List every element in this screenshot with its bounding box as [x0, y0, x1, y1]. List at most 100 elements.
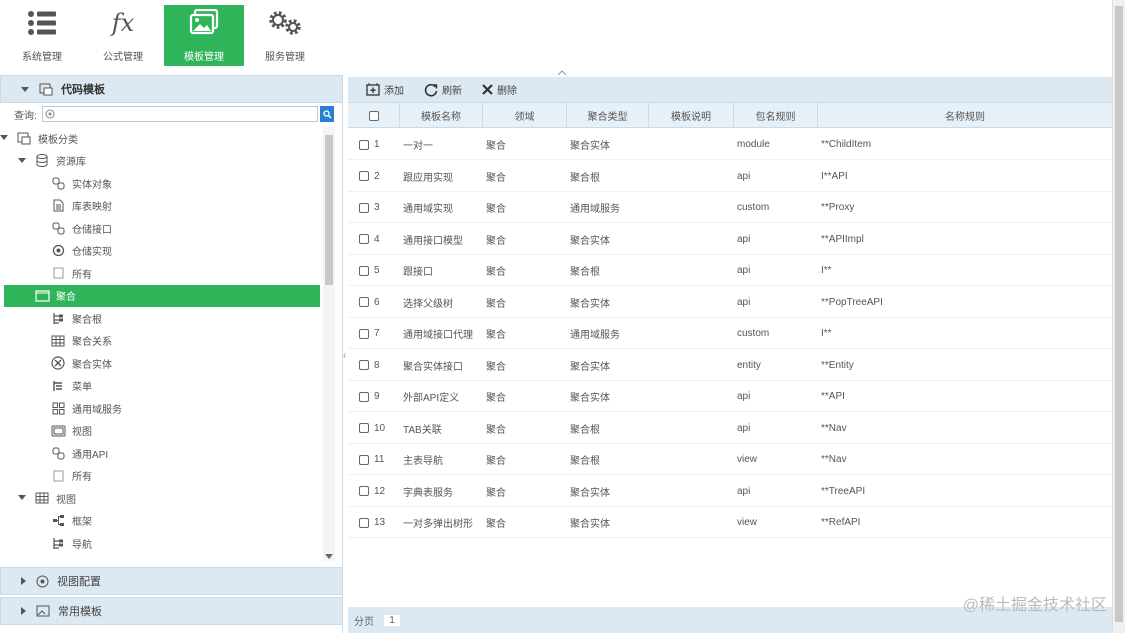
row-select-cell[interactable]: 6: [356, 287, 380, 318]
table-row[interactable]: 4 通用接口模型 聚合 聚合实体 api **APIImpl: [348, 224, 1112, 255]
table-cell: 通用接口模型: [400, 224, 463, 255]
tree-item[interactable]: 导航: [0, 532, 323, 554]
row-select-cell[interactable]: 13: [356, 507, 385, 538]
page-number[interactable]: 1: [384, 614, 400, 626]
tree-item[interactable]: 所有: [0, 465, 323, 487]
table-row[interactable]: 6 选择父级树 聚合 聚合实体 api **PopTreeAPI: [348, 287, 1112, 318]
refresh-button[interactable]: 刷新: [424, 82, 462, 97]
table-row[interactable]: 1 一对一 聚合 聚合实体 module **ChildItem: [348, 129, 1112, 160]
row-select-cell[interactable]: 5: [356, 255, 380, 286]
tree-item[interactable]: 实体对象: [0, 172, 323, 194]
tree-item[interactable]: 聚合关系: [0, 330, 323, 352]
tree-item[interactable]: 框架: [0, 510, 323, 532]
table-row[interactable]: 11 主表导航 聚合 聚合根 view **Nav: [348, 444, 1112, 475]
cell-text: 聚合: [486, 235, 506, 247]
table-row[interactable]: 7 通用域接口代理 聚合 通用域服务 custom I**: [348, 318, 1112, 349]
table-row[interactable]: 10 TAB关联 聚合 聚合根 api **Nav: [348, 413, 1112, 444]
column-header[interactable]: 包名规则: [734, 103, 818, 128]
row-select-cell[interactable]: 1: [356, 129, 380, 160]
row-checkbox[interactable]: [359, 202, 369, 213]
row-checkbox[interactable]: [359, 328, 369, 339]
tree-item[interactable]: 视图: [0, 487, 323, 509]
nav-template-management[interactable]: 模板管理: [164, 5, 244, 66]
row-select-cell[interactable]: 7: [356, 318, 380, 349]
table-row[interactable]: 13 一对多弹出树形 聚合 聚合实体 view **RefAPI: [348, 507, 1112, 538]
tree-item[interactable]: 资源库: [0, 150, 323, 172]
row-checkbox[interactable]: [359, 423, 369, 433]
row-checkbox[interactable]: [359, 265, 369, 276]
tree-item[interactable]: 聚合根: [0, 307, 323, 329]
row-select-cell[interactable]: 12: [356, 476, 385, 507]
cell-text: view: [737, 454, 758, 465]
cell-text: **RefAPI: [821, 517, 861, 528]
row-checkbox[interactable]: [359, 360, 369, 370]
row-checkbox[interactable]: [359, 486, 369, 496]
expand-down-icon[interactable]: [0, 135, 8, 140]
tree-item[interactable]: 通用域服务: [0, 397, 323, 419]
tree-item[interactable]: 视图: [0, 420, 323, 442]
tree-item[interactable]: 所有: [0, 262, 323, 284]
tree-item[interactable]: 仓储接口: [0, 217, 323, 239]
search-button[interactable]: [320, 106, 334, 122]
add-button[interactable]: 添加: [366, 82, 404, 97]
table-row[interactable]: 12 字典表服务 聚合 聚合实体 api **TreeAPI: [348, 476, 1112, 507]
view-config-header[interactable]: 视图配置: [0, 567, 343, 595]
nav-formula-management[interactable]: fx 公式管理: [83, 5, 163, 66]
folder-icon: [34, 289, 50, 303]
table-cell: I**API: [818, 161, 848, 192]
common-template-header[interactable]: 常用模板: [0, 597, 343, 625]
table-cell: view: [734, 507, 757, 538]
row-select-cell[interactable]: 8: [356, 350, 380, 381]
delete-button[interactable]: 删除: [482, 82, 517, 97]
column-header[interactable]: 领域: [483, 103, 567, 128]
column-header[interactable]: 聚合类型: [567, 103, 649, 128]
tree-item[interactable]: 聚合: [4, 284, 320, 307]
cell-text: 聚合: [486, 424, 506, 436]
tree-item[interactable]: 通用API: [0, 442, 323, 464]
expand-down-icon[interactable]: [18, 495, 26, 500]
column-header[interactable]: 模板名称: [400, 103, 483, 128]
table-row[interactable]: 8 聚合实体接口 聚合 聚合实体 entity **Entity: [348, 350, 1112, 381]
row-select-cell[interactable]: 4: [356, 224, 380, 255]
row-checkbox[interactable]: [359, 391, 369, 402]
row-select-cell[interactable]: 10: [356, 413, 385, 444]
expand-down-icon[interactable]: [18, 157, 26, 163]
row-checkbox[interactable]: [359, 297, 369, 307]
nav-system-management[interactable]: 系统管理: [2, 5, 82, 66]
row-checkbox[interactable]: [359, 517, 369, 528]
column-header[interactable]: 模板说明: [649, 103, 734, 128]
tree-item[interactable]: 库表映射: [0, 195, 323, 217]
tree-item[interactable]: 模板分类: [0, 127, 323, 149]
select-all-checkbox[interactable]: [368, 110, 379, 121]
row-select-cell[interactable]: 9: [356, 381, 380, 412]
row-select-cell[interactable]: 3: [356, 192, 380, 223]
cell-text: 字典表服务: [403, 487, 453, 499]
table-row[interactable]: 2 跟应用实现 聚合 聚合根 api I**API: [348, 161, 1112, 192]
delete-label: 删除: [497, 86, 517, 97]
tree-item[interactable]: 仓储实现: [0, 240, 323, 262]
nav-service-management[interactable]: 服务管理: [245, 5, 325, 66]
expand-right-icon[interactable]: [22, 292, 27, 301]
table-row[interactable]: 9 外部API定义 聚合 聚合实体 api **API: [348, 381, 1112, 412]
tree-item[interactable]: 聚合实体: [0, 352, 323, 374]
grid-icon: [50, 401, 66, 415]
row-checkbox[interactable]: [359, 171, 369, 181]
row-checkbox[interactable]: [359, 139, 369, 150]
column-header[interactable]: 名称规则: [818, 103, 1112, 128]
select-all-cell[interactable]: [348, 103, 400, 128]
search-input[interactable]: [42, 106, 318, 122]
row-select-cell[interactable]: 11: [356, 444, 384, 475]
tree-scrollbar[interactable]: [323, 127, 335, 561]
code-template-header[interactable]: 代码模板: [0, 75, 343, 103]
page-scrollbar[interactable]: [1112, 0, 1125, 633]
row-checkbox[interactable]: [359, 454, 369, 465]
tree-item[interactable]: 菜单: [0, 375, 323, 397]
row-checkbox[interactable]: [359, 234, 369, 244]
collapse-top-caret-icon[interactable]: [558, 70, 566, 75]
template-category-icon: [39, 83, 53, 96]
row-number: 3: [374, 202, 380, 213]
table-row[interactable]: 5 跟接口 聚合 聚合根 api I**: [348, 255, 1112, 286]
table-row[interactable]: 3 通用域实现 聚合 通用域服务 custom **Proxy: [348, 192, 1112, 223]
table-cell: custom: [734, 318, 769, 349]
row-select-cell[interactable]: 2: [356, 161, 380, 192]
